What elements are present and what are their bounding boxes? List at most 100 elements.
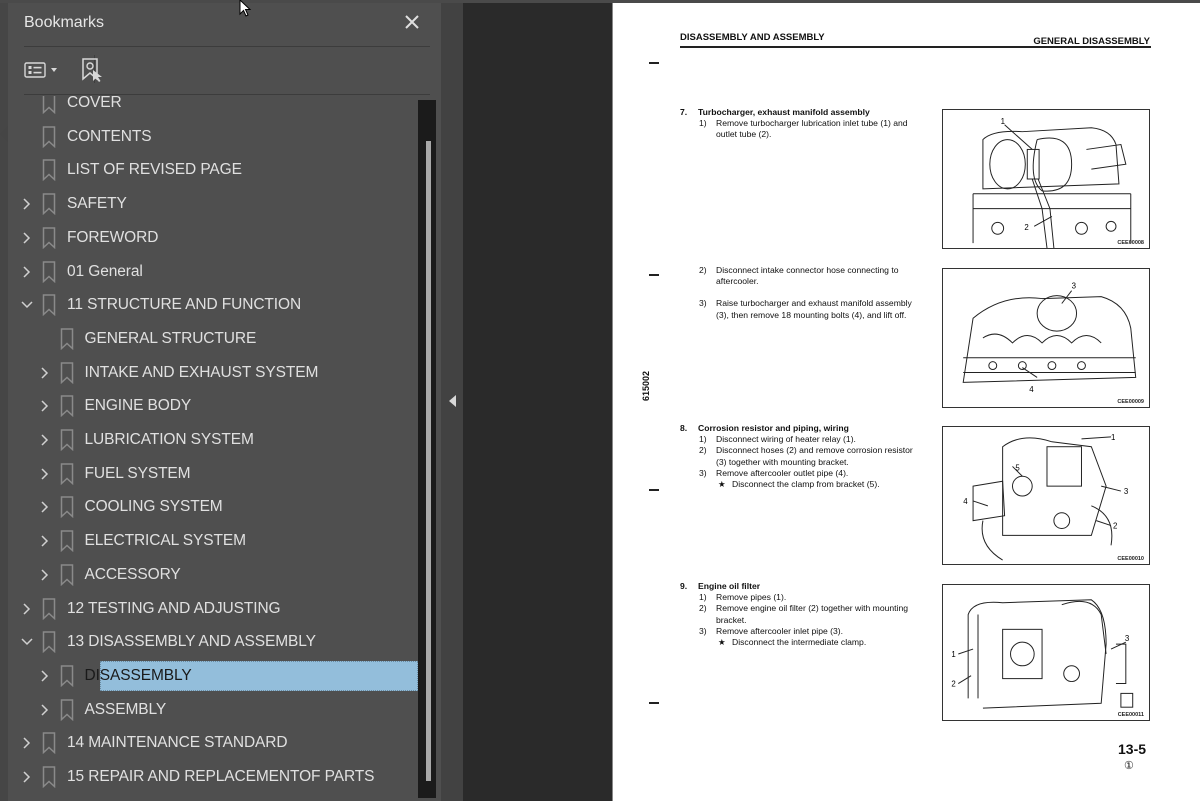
collapse-panel-arrow-icon[interactable] xyxy=(449,395,456,407)
find-current-bookmark-button[interactable] xyxy=(80,55,106,85)
figure-oil-filter: 1 2 3 CEE00011 xyxy=(942,584,1150,721)
bookmark-item[interactable]: SAFETY xyxy=(10,188,418,220)
bookmark-icon xyxy=(42,732,56,755)
procedure-step: 1) Disconnect wiring of heater relay (1). xyxy=(680,434,920,445)
figure-exhaust-manifold: 3 4 CEE00009 xyxy=(942,268,1150,408)
bookmark-item[interactable]: ENGINE BODY xyxy=(10,390,418,422)
bookmark-item[interactable]: INTAKE AND EXHAUST SYSTEM xyxy=(10,357,418,389)
section-number: 8. xyxy=(680,423,688,433)
bookmark-icon xyxy=(42,96,56,114)
revision-mark: ① xyxy=(1124,760,1134,772)
header-divider xyxy=(24,46,430,47)
bookmark-item[interactable]: 12 TESTING AND ADJUSTING xyxy=(10,593,418,625)
bookmark-item[interactable]: ELECTRICAL SYSTEM xyxy=(10,525,418,557)
expand-toggle[interactable] xyxy=(20,231,34,245)
chevron-right-icon xyxy=(40,535,48,547)
page-number: 13-5 xyxy=(1118,741,1147,757)
expand-toggle[interactable] xyxy=(38,500,52,514)
expand-toggle[interactable] xyxy=(20,635,34,649)
bookmark-item[interactable]: ASSEMBLY xyxy=(10,694,418,726)
callout-label: 2 xyxy=(1024,223,1028,232)
bookmark-item[interactable]: 15 REPAIR AND REPLACEMENTOF PARTS xyxy=(10,761,418,793)
bookmark-icon xyxy=(60,395,73,418)
bookmark-item[interactable]: 11 STRUCTURE AND FUNCTION xyxy=(10,289,418,321)
bookmark-item[interactable]: 13 DISASSEMBLY AND ASSEMBLY xyxy=(10,626,418,658)
bookmark-icon xyxy=(42,631,56,654)
bookmark-item[interactable]: GENERAL STRUCTURE xyxy=(10,323,418,355)
section-title-text: Engine oil filter xyxy=(698,581,761,591)
engine-illustration: 3 4 xyxy=(962,282,1137,394)
callout-label: 1 xyxy=(951,650,955,659)
procedure-section: 8. Corrosion resistor and piping, wiring 1… xyxy=(680,423,920,490)
expand-toggle[interactable] xyxy=(20,197,34,211)
bookmark-item[interactable]: COVER xyxy=(10,96,418,119)
bookmark-label: ELECTRICAL SYSTEM xyxy=(84,532,246,550)
expand-toggle[interactable] xyxy=(20,265,34,279)
bookmark-item[interactable]: 01 General xyxy=(10,256,418,288)
chevron-right-icon xyxy=(40,704,48,716)
procedure-step: 3) Remove aftercooler inlet pipe (3). xyxy=(680,626,920,637)
bookmark-item[interactable]: 14 MAINTENANCE STANDARD xyxy=(10,727,418,759)
step-text: Remove aftercooler outlet pipe (4). xyxy=(716,467,849,478)
bookmark-icon xyxy=(60,564,73,586)
options-menu-button[interactable] xyxy=(24,55,62,85)
procedure-step: 2) Disconnect hoses (2) and remove corros… xyxy=(680,445,920,467)
bookmark-label: INTAKE AND EXHAUST SYSTEM xyxy=(84,363,319,381)
bookmark-item[interactable]: FOREWORD xyxy=(10,222,418,254)
figure-code: CEE00010 xyxy=(1117,556,1144,562)
expand-toggle[interactable] xyxy=(38,703,52,717)
bookmark-label: 12 TESTING AND ADJUSTING xyxy=(67,599,281,617)
expand-toggle[interactable] xyxy=(38,568,52,582)
expand-toggle[interactable] xyxy=(20,602,34,616)
bookmark-item[interactable]: COOLING SYSTEM xyxy=(10,491,418,523)
expand-toggle[interactable] xyxy=(20,736,34,750)
bookmark-label: FOREWORD xyxy=(67,228,159,246)
bookmark-icon xyxy=(60,328,73,350)
chevron-right-icon xyxy=(40,670,48,682)
expand-toggle[interactable] xyxy=(38,366,52,380)
expand-toggle[interactable] xyxy=(38,433,52,447)
bookmarks-toolbar xyxy=(24,53,430,87)
procedure-step: 1) Remove pipes (1). xyxy=(680,592,920,603)
expand-toggle[interactable] xyxy=(38,669,52,683)
bookmark-icon xyxy=(60,496,73,519)
bookmark-icon xyxy=(42,125,56,148)
toolbar-divider xyxy=(24,94,430,95)
step-text: Remove turbocharger lubrication inlet tu… xyxy=(716,118,908,140)
bookmark-icon xyxy=(42,227,56,249)
callout-label: 1 xyxy=(1001,117,1005,126)
expand-toggle[interactable] xyxy=(20,770,34,784)
bookmark-icon xyxy=(60,429,73,451)
bookmark-icon xyxy=(60,361,73,384)
step-number: 3) xyxy=(699,467,707,478)
expand-toggle[interactable] xyxy=(38,467,52,481)
caret-down-icon xyxy=(51,68,57,72)
mouse-cursor-icon xyxy=(239,0,252,17)
bookmark-item[interactable]: FUEL SYSTEM xyxy=(10,458,418,490)
chevron-right-icon xyxy=(40,400,48,412)
note-text: Disconnect the intermediate clamp. xyxy=(732,637,867,648)
bookmark-icon xyxy=(42,294,56,317)
chevron-right-icon xyxy=(40,501,48,513)
margin-mark xyxy=(649,62,659,64)
bookmarks-header: Bookmarks xyxy=(24,10,430,38)
figure-code: CEE00011 xyxy=(1117,712,1144,718)
bookmark-item[interactable]: LUBRICATION SYSTEM xyxy=(10,424,418,456)
scrollbar-thumb[interactable] xyxy=(426,141,431,781)
page-header-left: DISASSEMBLY AND ASSEMBLY xyxy=(680,32,825,43)
expand-toggle[interactable] xyxy=(38,534,52,548)
engine-illustration: 1 2 xyxy=(972,117,1132,248)
bookmark-item[interactable]: LIST OF REVISED PAGE xyxy=(10,154,418,186)
list-options-icon xyxy=(24,62,46,78)
expand-toggle[interactable] xyxy=(38,399,52,413)
bookmarks-tree: COVER CONTENTS LIST OF REVISED PAGE SAFETY F… xyxy=(10,96,418,798)
bookmark-item[interactable]: DISASSEMBLY xyxy=(10,660,418,692)
close-panel-button[interactable] xyxy=(400,10,424,34)
bookmark-item[interactable]: ACCESSORY xyxy=(10,559,418,591)
procedure-section: 9. Engine oil filter 1) Remove pipes (1). 2)… xyxy=(680,581,920,648)
callout-label: 3 xyxy=(1125,634,1130,643)
expand-toggle[interactable] xyxy=(20,298,34,312)
bookmark-item[interactable]: CONTENTS xyxy=(10,121,418,153)
procedure-section: 2) Disconnect intake connector hose conne… xyxy=(680,265,920,321)
bookmark-icon xyxy=(42,159,56,182)
